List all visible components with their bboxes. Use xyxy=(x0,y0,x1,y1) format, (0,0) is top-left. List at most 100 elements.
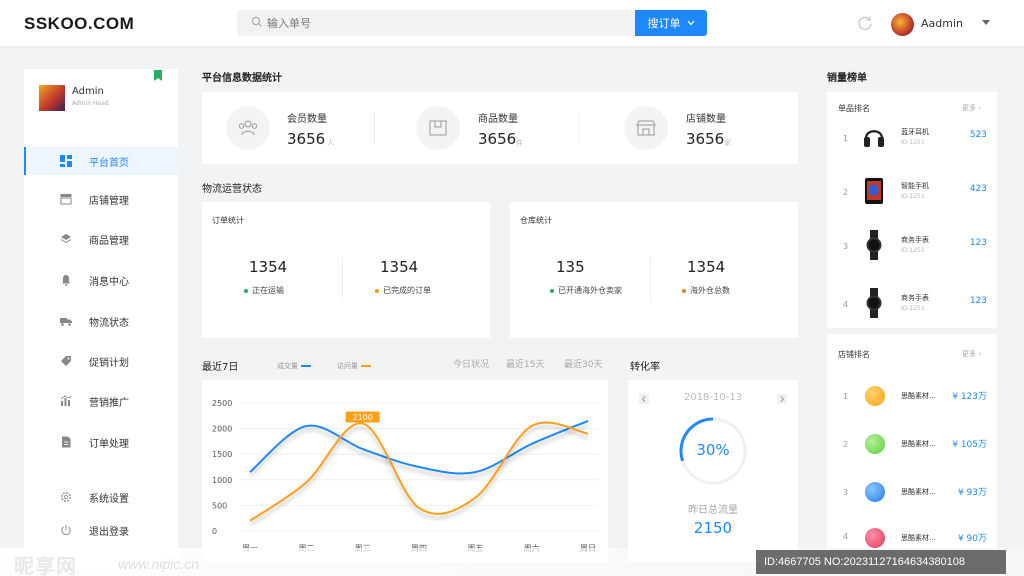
list-item[interactable]: 1 思酷素材... ¥ 123万 xyxy=(827,376,997,416)
trend-line-chart: 05001000150020002500周一周二周三周四周五周六周日2100 xyxy=(212,399,598,553)
search-input[interactable] xyxy=(267,14,597,32)
data-point[interactable] xyxy=(417,506,421,510)
rank-number: 4 xyxy=(843,532,849,541)
data-point[interactable] xyxy=(248,519,252,523)
rank-number: 3 xyxy=(843,488,849,497)
product-more-link[interactable]: 更多 › xyxy=(962,103,981,113)
sidebar-item-products[interactable]: 商品管理 xyxy=(24,225,178,253)
data-point[interactable] xyxy=(361,447,365,451)
stat-unit: 人 xyxy=(327,139,334,147)
list-item[interactable]: 1 蓝牙耳机 ID:1251 523 xyxy=(827,118,997,158)
store-revenue: ¥ 123万 xyxy=(952,392,987,402)
platform-stats-title: 平台信息数据统计 xyxy=(202,73,282,84)
data-point[interactable] xyxy=(586,419,590,423)
data-point[interactable] xyxy=(417,465,421,469)
warehouse-total-label: 海外仓总数 xyxy=(682,285,730,296)
stat-unit: 件 xyxy=(516,139,523,147)
sidebar-item-messages[interactable]: 消息中心 xyxy=(24,266,178,294)
tab-today[interactable]: 今日状况 xyxy=(453,357,489,370)
product-id: ID:1251 xyxy=(901,247,925,254)
status-dot xyxy=(682,288,686,293)
logo[interactable]: SSKOO.COM xyxy=(24,14,134,34)
sidebar-item-home[interactable]: 平台首页 xyxy=(24,147,178,175)
platform-stats-card: 会员数量 3656 人 商品数量 3656 件 店铺数量 3656 家 xyxy=(202,92,798,164)
sidebar-item-label: 消息中心 xyxy=(89,276,129,288)
sidebar-user-name: Admin xyxy=(72,86,104,97)
warehouse-stats-title: 仓库统计 xyxy=(520,216,552,225)
label-text: 已开通海外仓卖家 xyxy=(558,286,622,295)
watermark-url: www.nipic.cn xyxy=(118,556,199,572)
data-point[interactable] xyxy=(304,480,308,484)
sidebar-item-settings[interactable]: 系统设置 xyxy=(24,483,178,511)
store-more-link[interactable]: 更多 › xyxy=(962,349,981,359)
data-point[interactable] xyxy=(473,470,477,474)
list-item[interactable]: 2 思酷素材... ¥ 105万 xyxy=(827,424,997,464)
product-name: 商务手表 xyxy=(901,294,929,302)
data-point[interactable] xyxy=(586,432,590,436)
bell-icon xyxy=(62,275,70,286)
product-ranking-title: 单品排名 xyxy=(838,104,870,113)
chevron-right-icon[interactable] xyxy=(777,394,787,404)
list-item[interactable]: 3 思酷素材... ¥ 93万 xyxy=(827,472,997,512)
sidebar-item-label: 店铺管理 xyxy=(89,195,129,207)
tab-30-days[interactable]: 最近30天 xyxy=(564,357,602,370)
trend-title: 最近7日 xyxy=(202,362,239,373)
rank-number: 2 xyxy=(843,188,849,197)
sidebar-avatar xyxy=(39,85,65,111)
label-text: 海外仓总数 xyxy=(690,286,730,295)
tab-15-days[interactable]: 最近15天 xyxy=(506,357,544,370)
rank-number: 3 xyxy=(843,242,849,251)
legend-item-deals: 成交量 xyxy=(277,361,311,371)
data-point[interactable] xyxy=(304,424,308,428)
warehouse-total-value: 1354 xyxy=(687,258,726,276)
store-name: 思酷素材... xyxy=(901,440,936,448)
legend-swatch xyxy=(361,365,371,367)
status-dot xyxy=(550,288,554,293)
bar-chart-icon xyxy=(60,395,72,406)
legend-item-visits: 访问量 xyxy=(337,361,371,371)
caret-down-icon[interactable] xyxy=(982,20,990,25)
watermark-bar: 昵享网 www.nipic.cn ID:4667705 NO:202311271… xyxy=(0,548,1024,576)
members-icon xyxy=(226,106,270,150)
store-avatar xyxy=(865,482,885,502)
avatar[interactable] xyxy=(891,13,914,36)
stat-value: 3656 xyxy=(287,130,326,148)
list-item[interactable]: 2 智能手机 ID:1251 423 xyxy=(827,172,997,212)
list-item[interactable]: 4 商务手表 ID:1251 123 xyxy=(827,284,997,324)
refresh-icon[interactable] xyxy=(856,14,874,32)
store-revenue: ¥ 93万 xyxy=(957,488,987,498)
data-point[interactable] xyxy=(248,470,252,474)
watermark-brand: 昵享网 xyxy=(14,554,77,576)
store-ranking-card: 店铺排名 更多 › 1 思酷素材... ¥ 123万 2 思酷素材... ¥ 1… xyxy=(827,334,997,548)
product-sales: 123 xyxy=(969,296,987,306)
data-point[interactable] xyxy=(473,496,477,500)
sidebar-item-promotions[interactable]: 促销计划 xyxy=(24,347,178,375)
data-point[interactable] xyxy=(530,424,534,428)
more-label: 更多 xyxy=(962,350,976,358)
overseas-sellers-value: 135 xyxy=(556,258,585,276)
sidebar-item-marketing[interactable]: 营销推广 xyxy=(24,387,178,415)
store-name: 思酷素材... xyxy=(901,488,936,496)
search-order-button[interactable]: 搜订单 xyxy=(635,10,707,36)
sidebar-item-logout[interactable]: 退出登录 xyxy=(24,516,178,544)
sidebar-item-label: 订单处理 xyxy=(89,438,129,450)
order-stats-title: 订单统计 xyxy=(212,216,244,225)
sidebar-item-label: 营销推广 xyxy=(89,397,129,409)
data-point[interactable] xyxy=(530,442,534,446)
y-tick-label: 2500 xyxy=(212,399,232,408)
status-dot xyxy=(375,288,379,293)
list-item[interactable]: 4 思酷素材... ¥ 90万 xyxy=(827,520,997,548)
sidebar-item-store[interactable]: 店铺管理 xyxy=(24,185,178,213)
top-bar: SSKOO.COM 搜订单 Aadmin xyxy=(0,0,1024,46)
user-name[interactable]: Aadmin xyxy=(921,17,963,30)
watch-icon xyxy=(866,230,882,260)
sidebar-item-logistics[interactable]: 物流状态 xyxy=(24,307,178,335)
list-item[interactable]: 3 商务手表 ID:1251 123 xyxy=(827,226,997,266)
conversion-percent: 30% xyxy=(696,441,730,459)
sidebar-item-orders[interactable]: 订单处理 xyxy=(24,428,178,456)
legend-label: 成交量 xyxy=(277,362,298,370)
conversion-card: 2018-10-13 30% 昨日总流量 2150 xyxy=(628,380,798,562)
tag-icon xyxy=(61,356,71,366)
store-revenue: ¥ 105万 xyxy=(952,440,987,450)
flow-label: 昨日总流量 xyxy=(688,505,738,516)
